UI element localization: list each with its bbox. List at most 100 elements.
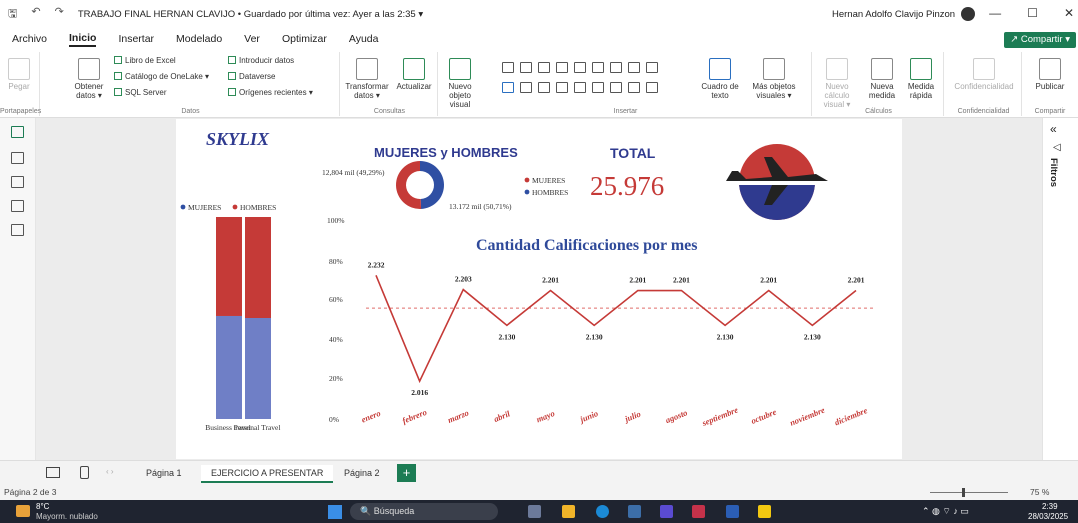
tab-ejercicio[interactable]: EJERCICIO A PRESENTAR bbox=[201, 465, 334, 483]
mobile-view-icon[interactable] bbox=[80, 466, 89, 479]
sensitivity-button[interactable]: Confidencialidad bbox=[950, 58, 1018, 91]
sql-button[interactable]: SQL Server bbox=[114, 88, 167, 97]
visual-gallery-row-2 bbox=[502, 82, 658, 93]
model-view-icon[interactable] bbox=[11, 176, 24, 188]
stack-bar-mujeres-2[interactable] bbox=[245, 318, 271, 419]
visual-calc-label: Nuevo cálculo visual ▾ bbox=[823, 82, 851, 109]
taskview-icon[interactable] bbox=[528, 505, 541, 518]
close-icon[interactable]: ✕ bbox=[1064, 6, 1074, 20]
filter-icon[interactable]: ◁ bbox=[1053, 142, 1061, 153]
share-label: Compartir ▾ bbox=[1020, 34, 1070, 45]
menu-optimizar[interactable]: Optimizar bbox=[282, 33, 327, 45]
matrix-icon[interactable] bbox=[628, 82, 640, 93]
new-visual-button[interactable]: Nuevo objeto visual bbox=[442, 58, 478, 109]
start-icon[interactable] bbox=[328, 505, 342, 519]
ribbon: Pegar Portapapeles Obtener datos ▾ Libro… bbox=[0, 50, 1078, 118]
line-icon[interactable] bbox=[610, 62, 622, 73]
bar-icon[interactable] bbox=[538, 62, 550, 73]
share-button[interactable]: ↗ Compartir ▾ bbox=[1004, 32, 1076, 48]
menu-modelado[interactable]: Modelado bbox=[176, 33, 222, 45]
stacked-bar-chart[interactable] bbox=[216, 217, 271, 419]
minimize-icon[interactable]: — bbox=[989, 6, 1001, 20]
menu-archivo[interactable]: Archivo bbox=[12, 33, 47, 45]
donut-icon[interactable] bbox=[520, 82, 532, 93]
desktop-view-icon[interactable] bbox=[46, 467, 60, 478]
donut-chart[interactable] bbox=[396, 161, 445, 209]
word-icon[interactable] bbox=[726, 505, 739, 518]
transform-button[interactable]: Transformar datos ▾ bbox=[344, 58, 390, 100]
maximize-icon[interactable]: ☐ bbox=[1027, 6, 1038, 20]
avatar[interactable] bbox=[961, 7, 976, 21]
treemap-icon[interactable] bbox=[538, 82, 550, 93]
map-icon[interactable] bbox=[556, 82, 568, 93]
more-visuals-button[interactable]: Más objetos visuales ▾ bbox=[744, 58, 804, 100]
menu-ayuda[interactable]: Ayuda bbox=[349, 33, 379, 45]
area-icon[interactable] bbox=[628, 62, 640, 73]
weather-temp: 8°C bbox=[36, 502, 50, 511]
clustered-icon[interactable] bbox=[556, 62, 568, 73]
combo-icon[interactable] bbox=[592, 62, 604, 73]
store-icon[interactable] bbox=[628, 505, 641, 518]
text-box-button[interactable]: Cuadro de texto bbox=[700, 58, 740, 100]
recent-sources-button[interactable]: Orígenes recientes ▾ bbox=[228, 88, 313, 97]
menu-inicio[interactable]: Inicio bbox=[69, 32, 97, 47]
donut-slice-mujeres[interactable] bbox=[420, 161, 445, 209]
system-tray-icons[interactable]: ⌃ ◍ ⌔ ♪ ▭ bbox=[922, 506, 969, 517]
paste-button[interactable]: Pegar bbox=[4, 58, 34, 91]
publish-button[interactable]: Publicar bbox=[1028, 58, 1072, 91]
report-view-icon[interactable] bbox=[11, 126, 24, 138]
line-chart[interactable]: 2.232 enero 2.016 febrero 2.203 marzo 2.130 abr… bbox=[360, 260, 876, 428]
table-visual-icon[interactable] bbox=[610, 82, 622, 93]
add-page-button[interactable]: + bbox=[397, 464, 416, 482]
mail-icon[interactable] bbox=[692, 505, 705, 518]
card-icon[interactable] bbox=[592, 82, 604, 93]
new-measure-button[interactable]: Nueva medida bbox=[862, 58, 902, 100]
enter-data-button[interactable]: Introducir datos bbox=[228, 56, 294, 65]
quick-measure-button[interactable]: Medida rápida bbox=[902, 58, 940, 100]
tab-pagina-2[interactable]: Página 2 bbox=[334, 465, 390, 483]
filters-pane-label[interactable]: Filtros bbox=[1048, 158, 1059, 187]
menu-ver[interactable]: Ver bbox=[244, 33, 260, 45]
slicer-icon[interactable] bbox=[646, 82, 658, 93]
zoom-slider[interactable] bbox=[930, 492, 1008, 493]
tab-scroll-arrows[interactable]: ‹ › bbox=[106, 467, 114, 476]
excel-button[interactable]: Libro de Excel bbox=[114, 56, 176, 65]
stack-bar-hombres-1[interactable] bbox=[216, 217, 242, 316]
ribbon-icon[interactable] bbox=[646, 62, 658, 73]
line-series[interactable] bbox=[375, 275, 857, 384]
menu-insertar[interactable]: Insertar bbox=[118, 33, 154, 45]
explorer-icon[interactable] bbox=[562, 505, 575, 518]
save-icon[interactable]: 🖫 bbox=[8, 5, 17, 24]
edge-icon[interactable] bbox=[596, 505, 609, 518]
undo-icon[interactable]: ↶ bbox=[31, 5, 40, 24]
dataverse-button[interactable]: Dataverse bbox=[228, 72, 275, 81]
visual-calc-button[interactable]: Nuevo cálculo visual ▾ bbox=[814, 58, 860, 109]
donut-slice-hombres[interactable] bbox=[396, 161, 422, 209]
weather-icon[interactable] bbox=[16, 505, 30, 517]
recent-icon bbox=[228, 88, 236, 96]
get-data-button[interactable]: Obtener datos ▾ bbox=[72, 58, 106, 100]
powerbi-icon[interactable] bbox=[758, 505, 771, 518]
stacked-col-icon[interactable] bbox=[574, 62, 586, 73]
column-icon[interactable] bbox=[520, 62, 532, 73]
zoom-slider-handle[interactable] bbox=[962, 488, 965, 497]
group-label: Confidencialidad bbox=[957, 108, 1010, 115]
stack-bar-hombres-2[interactable] bbox=[245, 217, 271, 318]
dax-view-icon[interactable] bbox=[11, 200, 24, 212]
table-view-icon[interactable] bbox=[11, 152, 24, 164]
refresh-button[interactable]: Actualizar bbox=[392, 58, 436, 91]
report-page[interactable]: SKYLIX MUJERES y HOMBRES 12,804 mil (49,… bbox=[176, 119, 902, 459]
collapse-icon[interactable]: « bbox=[1050, 122, 1057, 136]
taskbar-search[interactable]: 🔍 Búsqueda bbox=[350, 503, 498, 520]
teams-icon[interactable] bbox=[660, 505, 673, 518]
x-tick-noviembre: noviembre bbox=[788, 405, 826, 428]
onelake-button[interactable]: Catálogo de OneLake ▾ bbox=[114, 72, 209, 81]
tmdl-view-icon[interactable] bbox=[11, 224, 24, 236]
window-title[interactable]: TRABAJO FINAL HERNAN CLAVIJO • Guardado … bbox=[78, 9, 423, 20]
tab-pagina-1[interactable]: Página 1 bbox=[136, 465, 192, 483]
filled-map-icon[interactable] bbox=[574, 82, 586, 93]
pie-icon[interactable] bbox=[502, 82, 514, 93]
stack-bar-mujeres-1[interactable] bbox=[216, 315, 242, 419]
redo-icon[interactable]: ↷ bbox=[55, 5, 64, 24]
stacked-bar-icon[interactable] bbox=[502, 62, 514, 73]
